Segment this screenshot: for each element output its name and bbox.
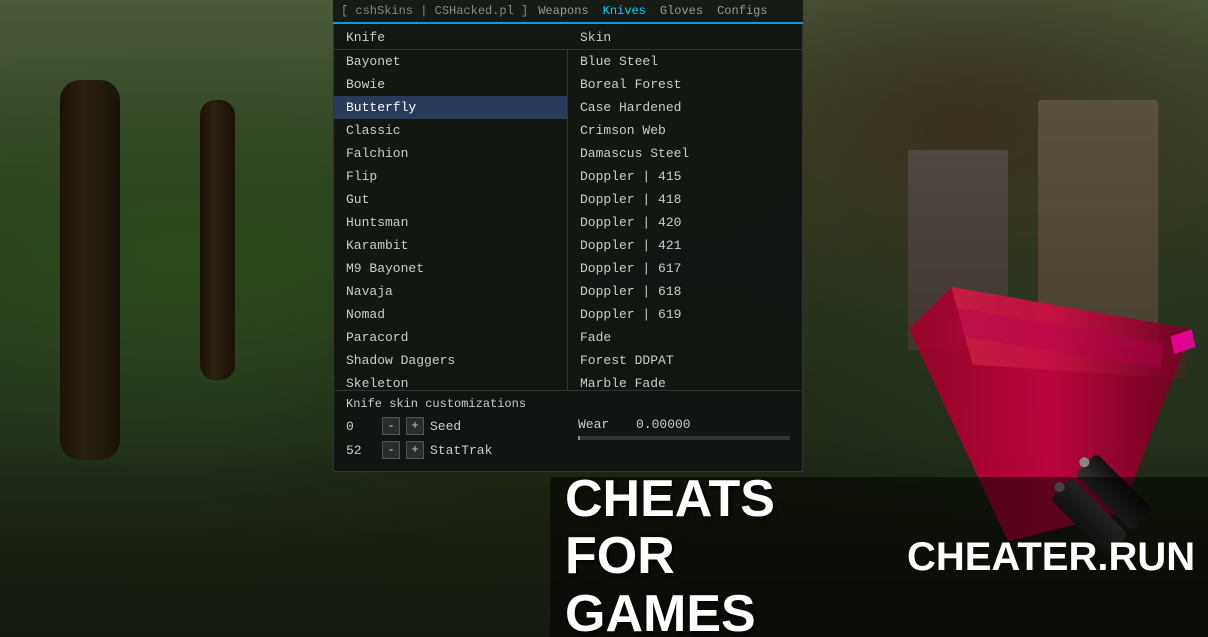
list-item[interactable]: Bayonet — [334, 50, 567, 73]
list-item[interactable]: M9 Bayonet — [334, 257, 567, 280]
list-item[interactable]: Skeleton — [334, 372, 567, 390]
list-item[interactable]: Case Hardened — [568, 96, 802, 119]
stattrak-minus-button[interactable]: - — [382, 441, 400, 459]
list-item[interactable]: Doppler | 415 — [568, 165, 802, 188]
seed-minus-button[interactable]: - — [382, 417, 400, 435]
list-item[interactable]: Damascus Steel — [568, 142, 802, 165]
watermark-site: CHEATER.RUN — [907, 535, 1195, 580]
list-item[interactable]: Falchion — [334, 142, 567, 165]
wear-bar[interactable] — [578, 436, 790, 440]
tab-configs[interactable]: Configs — [713, 2, 771, 20]
list-item[interactable]: Blue Steel — [568, 50, 802, 73]
list-item[interactable]: Doppler | 618 — [568, 280, 802, 303]
seed-value: 0 — [346, 419, 376, 434]
seed-label: Seed — [430, 419, 461, 434]
list-item[interactable]: Classic — [334, 119, 567, 142]
skin-col-header: Skin — [568, 30, 802, 45]
list-item[interactable]: Flip — [334, 165, 567, 188]
watermark: FREE CHEATS FOR GAMES DOWNLOAD CHEATER.R… — [550, 477, 1208, 637]
customization-title: Knife skin customizations — [346, 397, 790, 411]
seed-row: 0 - + Seed — [346, 417, 558, 435]
nav-bar: [ cshSkins | CSHacked.pl ] Weapons Knive… — [333, 0, 803, 24]
watermark-text: FREE CHEATS FOR GAMES DOWNLOAD — [565, 477, 877, 637]
wear-label: Wear — [578, 417, 628, 432]
seed-plus-button[interactable]: + — [406, 417, 424, 435]
stattrak-plus-button[interactable]: + — [406, 441, 424, 459]
list-item[interactable]: Nomad — [334, 303, 567, 326]
list-item[interactable]: Fade — [568, 326, 802, 349]
list-item[interactable]: Navaja — [334, 280, 567, 303]
customization-panel: Knife skin customizations 0 - + Seed 52 … — [334, 390, 802, 471]
knife-col-header: Knife — [334, 30, 568, 45]
list-item[interactable]: Doppler | 619 — [568, 303, 802, 326]
wear-bar-fill — [578, 436, 580, 440]
app-title: [ cshSkins | CSHacked.pl ] — [341, 4, 528, 18]
list-item[interactable]: Marble Fade — [568, 372, 802, 390]
tree-trunk-right — [200, 100, 235, 380]
list-item[interactable]: Doppler | 420 — [568, 211, 802, 234]
list-item[interactable]: Doppler | 418 — [568, 188, 802, 211]
stattrak-label: StatTrak — [430, 443, 492, 458]
tab-weapons[interactable]: Weapons — [534, 2, 592, 20]
list-item[interactable]: Paracord — [334, 326, 567, 349]
wear-value: 0.00000 — [636, 417, 691, 432]
wear-row: Wear 0.00000 — [578, 417, 790, 432]
list-item[interactable]: Butterfly — [334, 96, 567, 119]
list-item[interactable]: Forest DDPAT — [568, 349, 802, 372]
list-item[interactable]: Doppler | 617 — [568, 257, 802, 280]
list-item[interactable]: Doppler | 421 — [568, 234, 802, 257]
list-item[interactable]: Karambit — [334, 234, 567, 257]
customization-content: 0 - + Seed 52 - + StatTrak Wear — [346, 417, 790, 465]
stattrak-value: 52 — [346, 443, 376, 458]
knife-list[interactable]: Bayonet Bowie Butterfly Classic Falchion… — [334, 50, 568, 390]
right-controls: Wear 0.00000 — [558, 417, 790, 465]
content-area: Knife Skin Bayonet Bowie Butterfly Class… — [333, 24, 803, 472]
skin-list[interactable]: Blue Steel Boreal Forest Case Hardened C… — [568, 50, 802, 390]
list-item[interactable]: Huntsman — [334, 211, 567, 234]
list-item[interactable]: Boreal Forest — [568, 73, 802, 96]
column-headers: Knife Skin — [334, 24, 802, 50]
lists-container: Bayonet Bowie Butterfly Classic Falchion… — [334, 50, 802, 390]
stattrak-row: 52 - + StatTrak — [346, 441, 558, 459]
list-item[interactable]: Gut — [334, 188, 567, 211]
tab-knives[interactable]: Knives — [599, 2, 650, 20]
list-item[interactable]: Bowie — [334, 73, 567, 96]
left-controls: 0 - + Seed 52 - + StatTrak — [346, 417, 558, 465]
list-item[interactable]: Crimson Web — [568, 119, 802, 142]
tab-gloves[interactable]: Gloves — [656, 2, 707, 20]
main-panel: [ cshSkins | CSHacked.pl ] Weapons Knive… — [333, 0, 803, 472]
tree-trunk-left — [60, 80, 120, 460]
list-item[interactable]: Shadow Daggers — [334, 349, 567, 372]
